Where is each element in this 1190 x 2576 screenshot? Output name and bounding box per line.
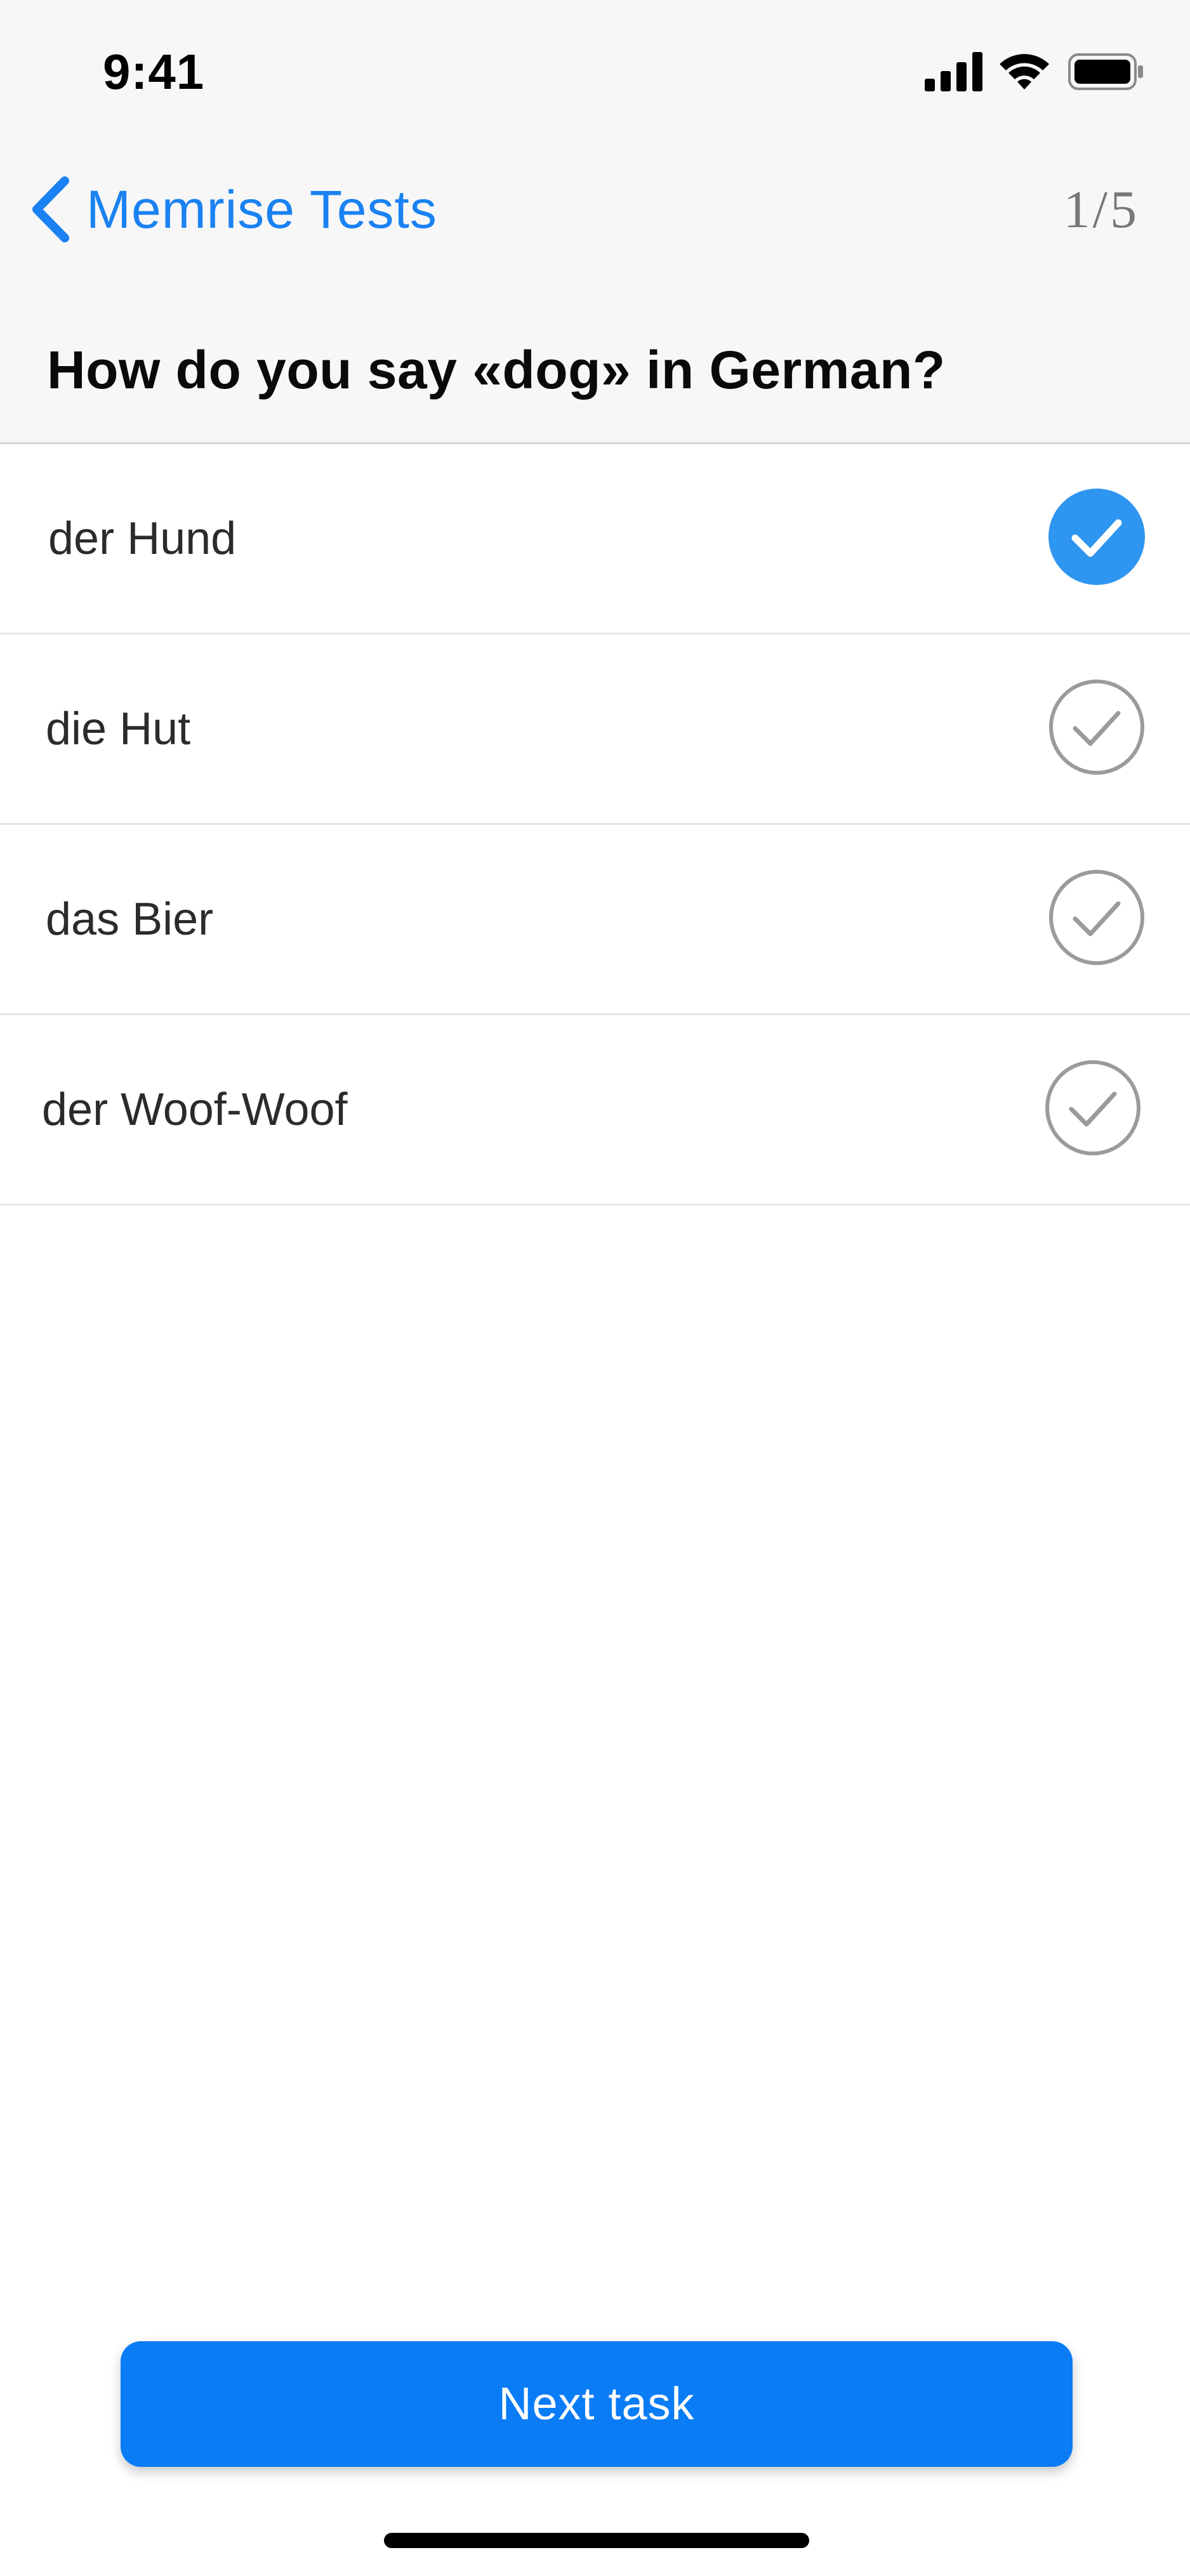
unselected-check-icon[interactable] [1043,1058,1142,1157]
chevron-left-icon [32,176,69,242]
wifi-icon [1000,54,1049,89]
status-time: 9:41 [103,44,205,100]
progress-counter: 1/5 [1063,180,1139,239]
unselected-check-icon[interactable] [1047,868,1146,967]
home-indicator[interactable] [384,2533,809,2548]
cellular-signal-icon [925,52,982,91]
answer-list: der Hund die Hut das Bier der Woof-Woof [0,444,1190,1206]
answer-option-die-hut[interactable]: die Hut [0,634,1190,825]
answer-option-der-woof-woof[interactable]: der Woof-Woof [0,1015,1190,1206]
quiz-screen: 9:41 Memrise Tests 1/5 How do you say «d… [0,0,1190,2576]
back-button[interactable]: Memrise Tests [28,171,437,247]
answer-option-das-bier[interactable]: das Bier [0,825,1190,1015]
next-task-button[interactable]: Next task [121,2341,1073,2467]
back-label: Memrise Tests [86,179,437,239]
next-task-label: Next task [498,2379,695,2429]
answer-label: die Hut [46,703,191,754]
selected-check-icon[interactable] [1047,487,1146,586]
header: 9:41 Memrise Tests 1/5 How do you say «d… [0,0,1190,444]
answer-label: der Woof-Woof [42,1084,348,1135]
status-icons [925,49,1144,94]
answer-label: der Hund [48,513,237,564]
answer-label: das Bier [46,893,214,945]
unselected-check-icon[interactable] [1047,678,1146,777]
answer-option-der-hund[interactable]: der Hund [0,444,1190,634]
question-title: How do you say «dog» in German? [47,340,946,400]
battery-icon [1068,53,1143,90]
